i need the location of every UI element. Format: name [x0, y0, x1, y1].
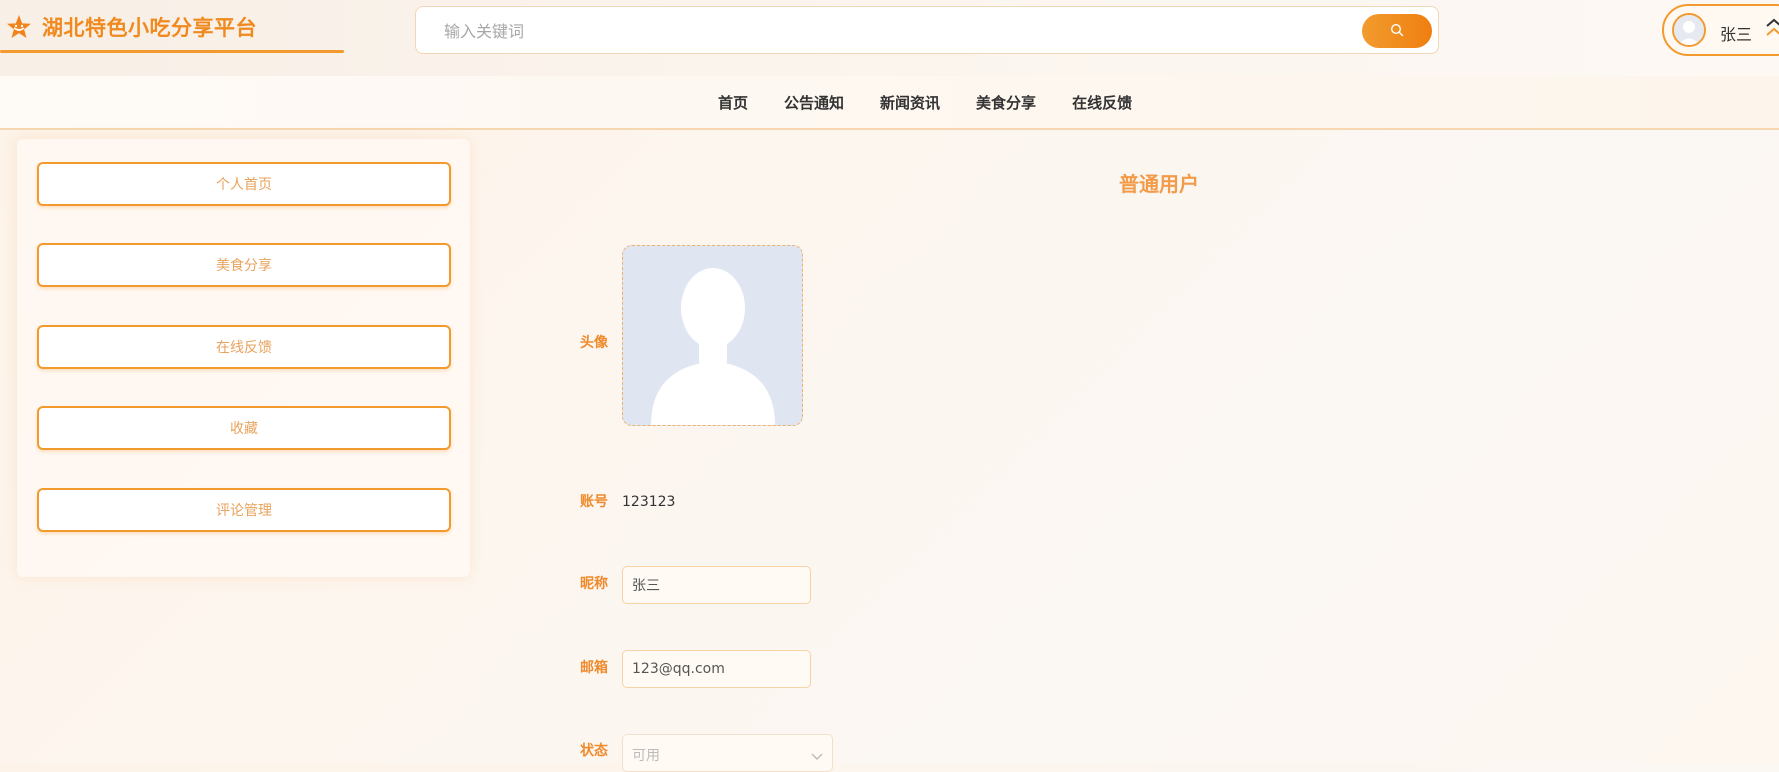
sidebar: 个人首页 美食分享 在线反馈 收藏 评论管理 — [17, 139, 470, 577]
avatar-label: 头像 — [580, 335, 608, 351]
search-icon — [1390, 22, 1404, 41]
user-avatar-icon — [1672, 13, 1706, 47]
sidebar-item-food-share[interactable]: 美食分享 — [37, 243, 451, 287]
site-title: 湖北特色小吃分享平台 — [42, 16, 257, 40]
status-select[interactable]: 可用 — [622, 734, 833, 772]
email-field-wrapper — [622, 650, 811, 688]
chevron-up-icon[interactable] — [1764, 18, 1779, 42]
site-logo[interactable]: 湖北特色小吃分享平台 — [6, 12, 257, 42]
search-input[interactable] — [442, 7, 1346, 55]
nickname-field-wrapper — [622, 566, 811, 604]
email-field[interactable] — [623, 651, 810, 687]
nickname-label: 昵称 — [580, 576, 608, 592]
sidebar-item-comments[interactable]: 评论管理 — [37, 488, 451, 532]
account-value: 123123 — [622, 494, 676, 510]
page-title: 普通用户 — [1119, 172, 1199, 196]
status-select-value: 可用 — [632, 748, 660, 764]
user-menu[interactable]: 张三 — [1662, 4, 1779, 56]
chevron-down-icon — [810, 747, 824, 760]
nav-item-home[interactable]: 首页 — [718, 92, 748, 113]
nav-item-notices[interactable]: 公告通知 — [784, 92, 844, 113]
sidebar-item-favorites[interactable]: 收藏 — [37, 406, 451, 450]
sidebar-item-profile[interactable]: 个人首页 — [37, 162, 451, 206]
nickname-field[interactable] — [623, 567, 810, 603]
star-logo-icon — [6, 14, 32, 40]
main-nav: 首页 公告通知 新闻资讯 美食分享 在线反馈 — [0, 76, 1779, 130]
nav-item-feedback[interactable]: 在线反馈 — [1072, 92, 1132, 113]
search-bar — [415, 6, 1439, 55]
nav-item-food-share[interactable]: 美食分享 — [976, 92, 1036, 113]
search-button[interactable] — [1362, 14, 1432, 48]
header: 湖北特色小吃分享平台 张三 — [0, 0, 1779, 76]
logo-underline — [0, 50, 344, 53]
user-name: 张三 — [1720, 25, 1753, 44]
status-label: 状态 — [580, 743, 608, 759]
nav-item-news[interactable]: 新闻资讯 — [880, 92, 940, 113]
avatar-placeholder-icon — [623, 246, 802, 425]
sidebar-item-feedback[interactable]: 在线反馈 — [37, 325, 451, 369]
account-label: 账号 — [580, 494, 608, 510]
avatar-upload[interactable] — [622, 245, 803, 426]
email-label: 邮箱 — [580, 660, 608, 676]
